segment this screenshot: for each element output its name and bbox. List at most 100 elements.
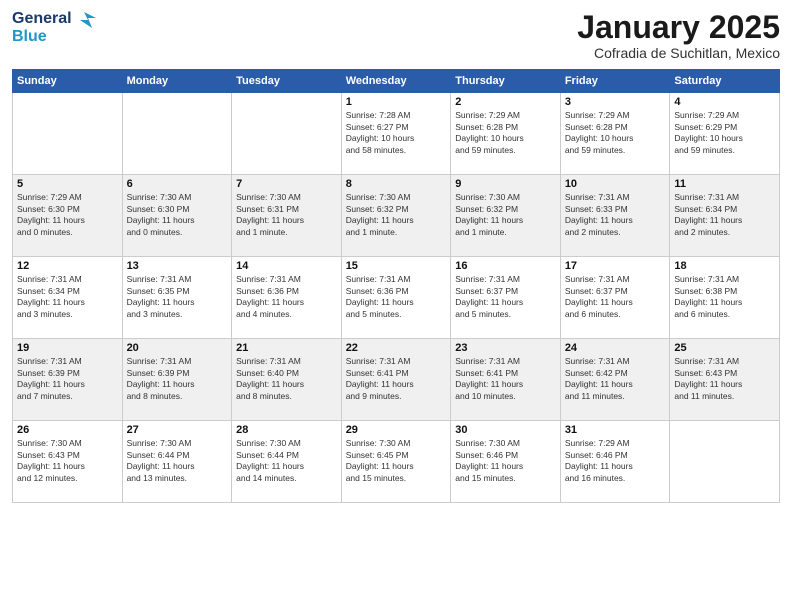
cell-info: Sunrise: 7:31 AM Sunset: 6:33 PM Dayligh… [565, 192, 666, 238]
logo-blue-label: Blue [12, 28, 47, 45]
calendar-cell: 7 Sunrise: 7:30 AM Sunset: 6:31 PM Daylig… [232, 175, 342, 257]
day-number: 17 [565, 260, 666, 272]
day-number: 18 [674, 260, 775, 272]
weekday-header-row: SundayMondayTuesdayWednesdayThursdayFrid… [13, 70, 780, 93]
calendar-cell: 18Sunrise: 7:31 AM Sunset: 6:38 PM Dayli… [670, 257, 780, 339]
location: Cofradia de Suchitlan, Mexico [577, 45, 780, 61]
week-row-2: 12 Sunrise: 7:31 AM Sunset: 6:34 PM Dayli… [13, 257, 780, 339]
day-number: 19 [17, 342, 118, 354]
day-number: 7 [236, 178, 337, 190]
cell-info: Sunrise: 7:31 AM Sunset: 6:41 PM Dayligh… [455, 356, 556, 402]
cell-info: Sunrise: 7:31 AM Sunset: 6:34 PM Dayligh… [674, 192, 775, 238]
day-number: 22 [346, 342, 447, 354]
calendar-cell: 30 Sunrise: 7:30 AM Sunset: 6:46 PM Dayli… [451, 421, 561, 503]
day-number: 28 [236, 424, 337, 436]
day-number: 2 [455, 96, 556, 108]
calendar-cell: 10 Sunrise: 7:31 AM Sunset: 6:33 PM Dayli… [560, 175, 670, 257]
cell-info: Sunrise: 7:30 AM Sunset: 6:43 PM Dayligh… [17, 438, 118, 484]
calendar-cell: 27 Sunrise: 7:30 AM Sunset: 6:44 PM Dayli… [122, 421, 232, 503]
day-number: 25 [674, 342, 775, 354]
day-number: 8 [346, 178, 447, 190]
day-number: 26 [17, 424, 118, 436]
cell-info: Sunrise: 7:28 AM Sunset: 6:27 PM Dayligh… [346, 110, 447, 156]
calendar-cell: 11Sunrise: 7:31 AM Sunset: 6:34 PM Dayli… [670, 175, 780, 257]
cell-info: Sunrise: 7:30 AM Sunset: 6:32 PM Dayligh… [455, 192, 556, 238]
header: General Blue January 2025 Cofradia de Su… [12, 10, 780, 61]
cell-info: Sunrise: 7:29 AM Sunset: 6:29 PM Dayligh… [674, 110, 775, 156]
week-row-3: 19 Sunrise: 7:31 AM Sunset: 6:39 PM Dayli… [13, 339, 780, 421]
title-block: January 2025 Cofradia de Suchitlan, Mexi… [577, 10, 780, 61]
day-number: 3 [565, 96, 666, 108]
calendar-table: SundayMondayTuesdayWednesdayThursdayFrid… [12, 69, 780, 503]
cell-info: Sunrise: 7:31 AM Sunset: 6:39 PM Dayligh… [17, 356, 118, 402]
cell-info: Sunrise: 7:30 AM Sunset: 6:31 PM Dayligh… [236, 192, 337, 238]
calendar-cell: 19 Sunrise: 7:31 AM Sunset: 6:39 PM Dayli… [13, 339, 123, 421]
day-number: 30 [455, 424, 556, 436]
calendar-cell: 28 Sunrise: 7:30 AM Sunset: 6:44 PM Dayli… [232, 421, 342, 503]
day-number: 27 [127, 424, 228, 436]
calendar-cell: 20 Sunrise: 7:31 AM Sunset: 6:39 PM Dayli… [122, 339, 232, 421]
day-number: 29 [346, 424, 447, 436]
day-number: 13 [127, 260, 228, 272]
calendar-cell: 29 Sunrise: 7:30 AM Sunset: 6:45 PM Dayli… [341, 421, 451, 503]
cell-info: Sunrise: 7:31 AM Sunset: 6:39 PM Dayligh… [127, 356, 228, 402]
calendar-cell: 5 Sunrise: 7:29 AM Sunset: 6:30 PM Daylig… [13, 175, 123, 257]
day-number: 20 [127, 342, 228, 354]
cell-info: Sunrise: 7:31 AM Sunset: 6:36 PM Dayligh… [236, 274, 337, 320]
calendar-cell [232, 93, 342, 175]
calendar-cell: 3 Sunrise: 7:29 AM Sunset: 6:28 PM Daylig… [560, 93, 670, 175]
calendar-cell: 13Sunrise: 7:31 AM Sunset: 6:35 PM Dayli… [122, 257, 232, 339]
day-number: 5 [17, 178, 118, 190]
day-number: 24 [565, 342, 666, 354]
logo-general-text: General [12, 10, 72, 28]
day-number: 10 [565, 178, 666, 190]
day-number: 15 [346, 260, 447, 272]
cell-info: Sunrise: 7:30 AM Sunset: 6:30 PM Dayligh… [127, 192, 228, 238]
month-title: January 2025 [577, 10, 780, 45]
calendar-cell: 17Sunrise: 7:31 AM Sunset: 6:37 PM Dayli… [560, 257, 670, 339]
cell-info: Sunrise: 7:31 AM Sunset: 6:34 PM Dayligh… [17, 274, 118, 320]
calendar-cell: 23Sunrise: 7:31 AM Sunset: 6:41 PM Dayli… [451, 339, 561, 421]
day-number: 14 [236, 260, 337, 272]
week-row-4: 26 Sunrise: 7:30 AM Sunset: 6:43 PM Dayli… [13, 421, 780, 503]
calendar-cell: 8Sunrise: 7:30 AM Sunset: 6:32 PM Daylig… [341, 175, 451, 257]
weekday-header-sunday: Sunday [13, 70, 123, 93]
day-number: 16 [455, 260, 556, 272]
cell-info: Sunrise: 7:30 AM Sunset: 6:44 PM Dayligh… [127, 438, 228, 484]
logo-bird-icon [74, 10, 96, 28]
cell-info: Sunrise: 7:29 AM Sunset: 6:28 PM Dayligh… [565, 110, 666, 156]
cell-info: Sunrise: 7:30 AM Sunset: 6:44 PM Dayligh… [236, 438, 337, 484]
day-number: 6 [127, 178, 228, 190]
day-number: 21 [236, 342, 337, 354]
cell-info: Sunrise: 7:31 AM Sunset: 6:43 PM Dayligh… [674, 356, 775, 402]
calendar-cell: 4 Sunrise: 7:29 AM Sunset: 6:29 PM Daylig… [670, 93, 780, 175]
calendar-cell: 24Sunrise: 7:31 AM Sunset: 6:42 PM Dayli… [560, 339, 670, 421]
calendar-cell: 6 Sunrise: 7:30 AM Sunset: 6:30 PM Daylig… [122, 175, 232, 257]
calendar-cell: 9Sunrise: 7:30 AM Sunset: 6:32 PM Daylig… [451, 175, 561, 257]
calendar-cell: 15 Sunrise: 7:31 AM Sunset: 6:36 PM Dayli… [341, 257, 451, 339]
cell-info: Sunrise: 7:31 AM Sunset: 6:41 PM Dayligh… [346, 356, 447, 402]
day-number: 4 [674, 96, 775, 108]
calendar-cell: 16Sunrise: 7:31 AM Sunset: 6:37 PM Dayli… [451, 257, 561, 339]
day-number: 31 [565, 424, 666, 436]
cell-info: Sunrise: 7:29 AM Sunset: 6:46 PM Dayligh… [565, 438, 666, 484]
cell-info: Sunrise: 7:29 AM Sunset: 6:30 PM Dayligh… [17, 192, 118, 238]
cell-info: Sunrise: 7:30 AM Sunset: 6:45 PM Dayligh… [346, 438, 447, 484]
day-number: 12 [17, 260, 118, 272]
calendar-cell [670, 421, 780, 503]
calendar-cell: 14 Sunrise: 7:31 AM Sunset: 6:36 PM Dayli… [232, 257, 342, 339]
calendar-cell: 2Sunrise: 7:29 AM Sunset: 6:28 PM Daylig… [451, 93, 561, 175]
week-row-0: 1Sunrise: 7:28 AM Sunset: 6:27 PM Daylig… [13, 93, 780, 175]
calendar-cell: 22 Sunrise: 7:31 AM Sunset: 6:41 PM Dayli… [341, 339, 451, 421]
calendar-cell [13, 93, 123, 175]
calendar-cell [122, 93, 232, 175]
cell-info: Sunrise: 7:31 AM Sunset: 6:40 PM Dayligh… [236, 356, 337, 402]
cell-info: Sunrise: 7:30 AM Sunset: 6:46 PM Dayligh… [455, 438, 556, 484]
weekday-header-friday: Friday [560, 70, 670, 93]
page: General Blue January 2025 Cofradia de Su… [0, 0, 792, 612]
calendar-cell: 31 Sunrise: 7:29 AM Sunset: 6:46 PM Dayli… [560, 421, 670, 503]
calendar-cell: 21 Sunrise: 7:31 AM Sunset: 6:40 PM Dayli… [232, 339, 342, 421]
cell-info: Sunrise: 7:31 AM Sunset: 6:36 PM Dayligh… [346, 274, 447, 320]
weekday-header-saturday: Saturday [670, 70, 780, 93]
calendar-cell: 1Sunrise: 7:28 AM Sunset: 6:27 PM Daylig… [341, 93, 451, 175]
